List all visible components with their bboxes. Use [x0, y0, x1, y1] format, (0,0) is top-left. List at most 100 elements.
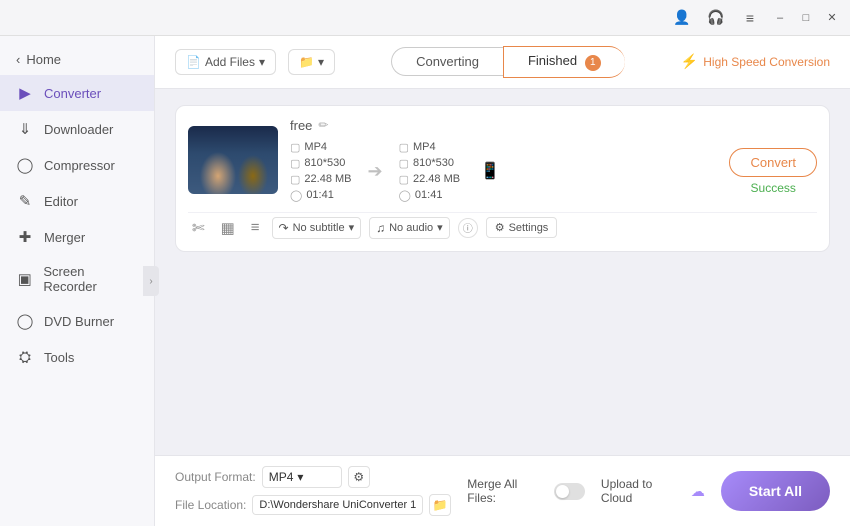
- minimize-button[interactable]: –: [770, 8, 790, 28]
- add-file-icon: 📄: [186, 55, 201, 69]
- source-duration-text: 01:41: [306, 189, 334, 201]
- finished-badge: 1: [585, 55, 601, 71]
- source-format-block: ▢ MP4 ▢ 810*530 ▢ 22.48 MB: [290, 141, 352, 202]
- add-folder-icon: 📁: [299, 55, 314, 69]
- cloud-icon[interactable]: ☁: [691, 483, 705, 500]
- sidebar-item-downloader[interactable]: ⇓ Downloader: [0, 111, 154, 147]
- start-all-button[interactable]: Start All: [721, 471, 830, 511]
- edit-icon[interactable]: ✏: [318, 118, 328, 132]
- file-location-field: File Location: D:\Wondershare UniConvert…: [175, 494, 451, 516]
- source-duration: ◯ 01:41: [290, 189, 352, 202]
- file-info: free ✏ ▢ MP4 ▢: [290, 118, 817, 202]
- upload-label: Upload to Cloud: [601, 477, 685, 505]
- dvd-burner-icon: ◯: [16, 312, 34, 330]
- high-speed-conversion-button[interactable]: ⚡ High Speed Conversion: [681, 53, 830, 70]
- convert-button[interactable]: Convert: [729, 148, 817, 177]
- audio-icon: ♫: [376, 221, 385, 235]
- sidebar-item-screen-recorder[interactable]: ▣ Screen Recorder: [0, 255, 154, 303]
- merge-all-field: Merge All Files:: [467, 477, 585, 505]
- sidebar-item-editor[interactable]: ✎ Editor: [0, 183, 154, 219]
- output-format-label: Output Format:: [175, 470, 256, 484]
- dest-size-text: 22.48 MB: [413, 173, 460, 185]
- sidebar-item-tools[interactable]: ⛭ Tools: [0, 339, 154, 375]
- subtitle-chevron: ▾: [349, 221, 355, 234]
- sidebar-item-dvd-burner[interactable]: ◯ DVD Burner: [0, 303, 154, 339]
- convert-btn-label: Convert: [750, 155, 796, 170]
- subtitle-select[interactable]: ↷ No subtitle ▾: [272, 217, 362, 239]
- dest-format-icon: ▢: [399, 141, 409, 154]
- file-location-folder-icon[interactable]: 📁: [429, 494, 451, 516]
- converter-icon: ▶: [16, 84, 34, 102]
- headset-icon[interactable]: 🎧: [702, 4, 730, 32]
- source-format-text: MP4: [304, 141, 327, 153]
- maximize-button[interactable]: □: [796, 8, 816, 28]
- sidebar-item-merger[interactable]: ✚ Merger: [0, 219, 154, 255]
- home-label: Home: [26, 52, 61, 67]
- high-speed-label: High Speed Conversion: [703, 55, 830, 69]
- dest-format-block: ▢ MP4 ▢ 810*530 ▢ 22.48 MB: [399, 141, 461, 202]
- audio-select[interactable]: ♫ No audio ▾: [369, 217, 450, 239]
- device-icon: 📱: [480, 161, 500, 181]
- dest-dur-icon: ◯: [399, 189, 411, 202]
- chevron-down-icon: ▾: [259, 55, 265, 69]
- effects-icon[interactable]: ≡: [247, 217, 264, 238]
- sidebar-item-compressor[interactable]: ◯ Compressor: [0, 147, 154, 183]
- chevron-down-icon2: ▾: [318, 55, 324, 69]
- add-files-button[interactable]: 📄 Add Files ▾: [175, 49, 276, 75]
- audio-chevron: ▾: [437, 221, 443, 234]
- tab-converting[interactable]: Converting: [391, 47, 503, 76]
- close-button[interactable]: ✕: [822, 8, 842, 28]
- sidebar-item-label: Editor: [44, 194, 78, 209]
- tab-finished[interactable]: Finished 1: [503, 46, 625, 78]
- source-res-icon: ▢: [290, 157, 300, 170]
- merge-label: Merge All Files:: [467, 477, 547, 505]
- file-name-row: free ✏: [290, 118, 817, 133]
- editor-icon: ✎: [16, 192, 34, 210]
- screen-recorder-icon: ▣: [16, 270, 33, 288]
- crop-icon[interactable]: ▦: [217, 217, 239, 239]
- dest-duration: ◯ 01:41: [399, 189, 461, 202]
- dest-format-text: MP4: [413, 141, 436, 153]
- dest-resolution: ▢ 810*530: [399, 157, 461, 170]
- subtitle-icon: ↷: [279, 221, 289, 235]
- output-format-select[interactable]: MP4 ▾: [262, 466, 342, 488]
- sidebar-collapse-button[interactable]: ›: [143, 266, 159, 296]
- output-format-settings-icon[interactable]: ⚙: [348, 466, 370, 488]
- merger-icon: ✚: [16, 228, 34, 246]
- sidebar-item-label: Screen Recorder: [43, 264, 138, 294]
- add-folder-button[interactable]: 📁 ▾: [288, 49, 335, 75]
- subtitle-label: No subtitle: [293, 222, 345, 234]
- file-location-path[interactable]: D:\Wondershare UniConverter 1: [252, 495, 423, 515]
- source-size-text: 22.48 MB: [304, 173, 351, 185]
- settings-button[interactable]: ⚙ Settings: [486, 217, 558, 238]
- user-icon[interactable]: 👤: [668, 4, 696, 32]
- main-content: 📄 Add Files ▾ 📁 ▾ Converting Finished 1: [155, 36, 850, 526]
- thumbnail-image: [188, 126, 278, 194]
- sidebar-item-label: Downloader: [44, 122, 113, 137]
- info-button[interactable]: ⓘ: [458, 218, 478, 238]
- downloader-icon: ⇓: [16, 120, 34, 138]
- file-card-top: free ✏ ▢ MP4 ▢: [188, 118, 817, 202]
- sidebar-item-label: Converter: [44, 86, 101, 101]
- file-name: free: [290, 118, 312, 133]
- output-format-value: MP4: [269, 470, 294, 484]
- merge-toggle[interactable]: [554, 483, 585, 500]
- content-area: free ✏ ▢ MP4 ▢: [155, 89, 850, 456]
- source-resolution-text: 810*530: [304, 157, 345, 169]
- footer: Output Format: MP4 ▾ ⚙ File Location: D:…: [155, 455, 850, 526]
- source-size-icon: ▢: [290, 173, 300, 186]
- sidebar-home[interactable]: ‹ Home: [0, 44, 154, 75]
- tab-finished-wrap: Finished 1: [503, 46, 625, 78]
- file-thumbnail: [188, 126, 278, 194]
- settings-label: Settings: [509, 222, 549, 234]
- output-format-field: Output Format: MP4 ▾ ⚙: [175, 466, 451, 488]
- tab-bar: Converting Finished 1: [347, 46, 669, 78]
- sidebar-item-converter[interactable]: ▶ Converter: [0, 75, 154, 111]
- dest-size: ▢ 22.48 MB: [399, 173, 461, 186]
- footer-left: Output Format: MP4 ▾ ⚙ File Location: D:…: [175, 466, 451, 516]
- dest-res-icon: ▢: [399, 157, 409, 170]
- source-format-icon: ▢: [290, 141, 300, 154]
- menu-icon[interactable]: ≡: [736, 4, 764, 32]
- cut-icon[interactable]: ✄: [188, 217, 209, 239]
- sidebar-item-label: Compressor: [44, 158, 115, 173]
